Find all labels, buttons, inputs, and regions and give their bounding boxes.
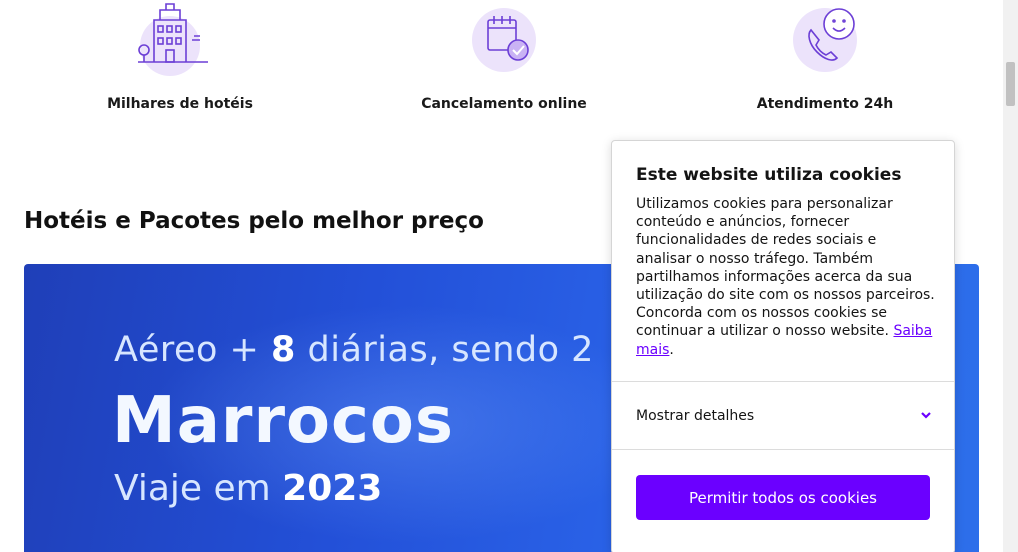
allow-all-cookies-button[interactable]: Permitir todos os cookies — [636, 475, 930, 520]
feature-hotels: Milhares de hotéis — [70, 0, 290, 112]
page: Milhares de hotéis Cancelamento online A… — [0, 0, 1018, 552]
show-details-toggle[interactable]: Mostrar detalhes — [636, 408, 754, 424]
divider — [612, 449, 954, 450]
cookie-description: Utilizamos cookies para personalizar con… — [636, 196, 935, 358]
feature-label: Milhares de hotéis — [107, 96, 253, 112]
hotel-building-icon — [130, 0, 230, 80]
feature-label: Cancelamento online — [421, 96, 587, 112]
calendar-check-icon — [454, 0, 554, 80]
feature-cancellation: Cancelamento online — [394, 0, 614, 112]
cookie-consent-dialog: Este website utiliza cookies Utilizamos … — [611, 140, 955, 552]
banner-travel-year: Viaje em 2023 — [114, 468, 383, 509]
cookie-title: Este website utiliza cookies — [636, 165, 902, 185]
scrollbar-thumb[interactable] — [1006, 62, 1015, 106]
divider — [612, 381, 954, 382]
phone-chat-icon — [775, 0, 875, 80]
feature-label: Atendimento 24h — [756, 96, 894, 112]
banner-destination: Marrocos — [112, 384, 454, 458]
section-title: Hotéis e Pacotes pelo melhor preço — [24, 208, 484, 234]
feature-support: Atendimento 24h — [715, 0, 935, 112]
page-scrollbar[interactable] — [1003, 0, 1018, 552]
chevron-down-icon[interactable] — [918, 407, 934, 423]
banner-offer-text: Aéreo + 8 diárias, sendo 2 — [114, 330, 594, 370]
